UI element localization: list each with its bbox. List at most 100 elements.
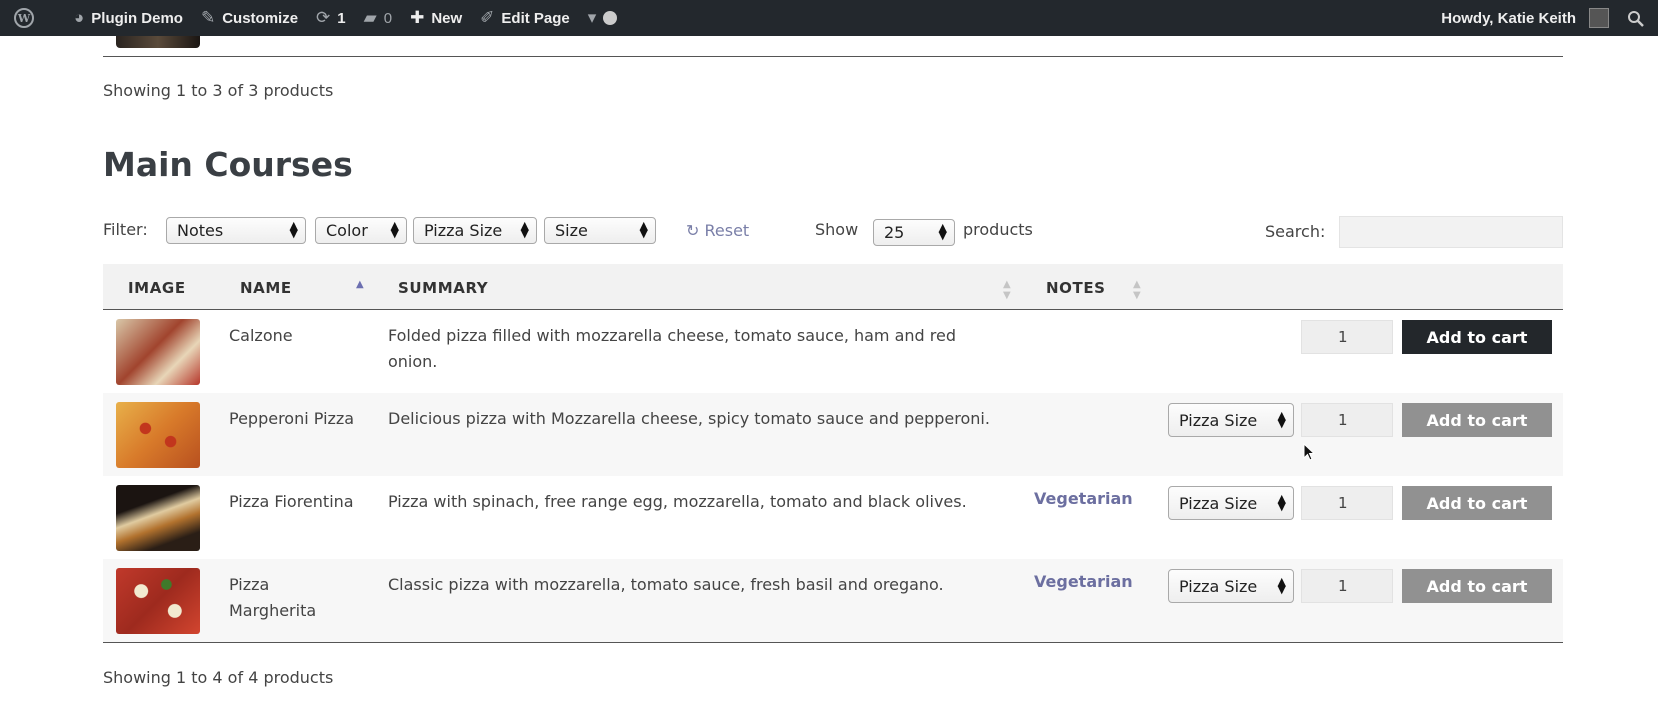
new-label: New <box>431 9 463 27</box>
product-summary: Delicious pizza with Mozzarella cheese, … <box>388 409 990 428</box>
product-thumbnail <box>116 36 200 48</box>
search-input[interactable] <box>1339 216 1563 248</box>
pagination-info: Showing 1 to 3 of 3 products <box>103 81 334 100</box>
show-label: Show <box>815 220 859 239</box>
table-header: IMAGE NAME ▲ SUMMARY ▲ ▼ NOTES ▲ ▼ <box>103 264 1563 310</box>
quantity-input[interactable]: 1 <box>1301 320 1393 354</box>
page-length-select[interactable]: 25 ▲ ▼ <box>873 219 955 246</box>
updates-count: 1 <box>337 9 346 27</box>
product-notes-link[interactable]: Vegetarian <box>1034 572 1133 591</box>
comment-icon: ▰ <box>363 8 377 27</box>
select-arrows-icon: ▲ ▼ <box>1277 575 1286 596</box>
add-to-cart-button[interactable]: Add to cart <box>1402 569 1552 603</box>
yoast-icon: ▾ <box>587 8 597 27</box>
table-bottom-rule <box>103 56 1563 57</box>
notes-filter-select[interactable]: Notes ▲ ▼ <box>166 217 306 244</box>
reset-filters-link[interactable]: ↻ Reset <box>686 221 749 240</box>
pizza-size-select[interactable]: Pizza Size ▲ ▼ <box>1168 403 1294 437</box>
account-menu[interactable]: Howdy, Katie Keith <box>1432 0 1618 36</box>
product-thumbnail[interactable] <box>116 485 200 551</box>
quantity-input[interactable]: 1 <box>1301 569 1393 603</box>
wordpress-menu[interactable]: W <box>0 0 43 36</box>
sort-icon[interactable]: ▲ ▼ <box>1003 279 1011 301</box>
edit-page-label: Edit Page <box>501 9 570 27</box>
reset-icon: ↻ <box>686 221 700 240</box>
quantity-input[interactable]: 1 <box>1301 403 1393 437</box>
select-arrows-icon: ▲ ▼ <box>390 219 399 240</box>
brush-icon: ✎ <box>200 8 216 27</box>
product-name: Pepperoni Pizza <box>229 409 355 428</box>
product-name: Pizza Margherita <box>229 575 317 620</box>
search-toggle[interactable] <box>1618 0 1658 36</box>
table-row: Calzone Folded pizza filled with mozzare… <box>103 310 1563 393</box>
site-name-link[interactable]: ◕ Plugin Demo <box>65 0 192 36</box>
add-to-cart-button[interactable]: Add to cart <box>1402 486 1552 520</box>
column-image: IMAGE <box>128 279 186 297</box>
sort-ascending-icon[interactable]: ▲ <box>356 279 364 290</box>
comments-link[interactable]: ▰ 0 <box>355 0 401 36</box>
filter-label: Filter: <box>103 220 148 239</box>
pizza-size-select[interactable]: Pizza Size ▲ ▼ <box>1168 569 1294 603</box>
select-arrows-icon: ▲ ▼ <box>1277 492 1286 513</box>
table-row: Pepperoni Pizza Delicious pizza with Moz… <box>103 393 1563 476</box>
pizza-size-value: Pizza Size <box>1179 410 1258 430</box>
admin-bar: W ◕ Plugin Demo ✎ Customize ⟳ 1 ▰ 0 ✚ Ne… <box>0 0 1658 36</box>
quantity-input[interactable]: 1 <box>1301 486 1393 520</box>
avatar <box>1589 8 1609 28</box>
products-label: products <box>963 220 1033 239</box>
search-label: Search: <box>1265 222 1326 241</box>
column-notes[interactable]: NOTES <box>1046 279 1106 297</box>
greeting: Howdy, Katie Keith <box>1441 9 1576 27</box>
size-filter-select[interactable]: Size ▲ ▼ <box>544 217 656 244</box>
pizza-size-filter-select[interactable]: Pizza Size ▲ ▼ <box>413 217 537 244</box>
column-summary[interactable]: SUMMARY <box>398 279 488 297</box>
table-row: Pizza Margherita Classic pizza with mozz… <box>103 559 1563 642</box>
product-thumbnail[interactable] <box>116 319 200 385</box>
product-notes-link[interactable]: Vegetarian <box>1034 489 1133 508</box>
size-filter-value: Size <box>555 221 588 240</box>
product-summary: Classic pizza with mozzarella, tomato sa… <box>388 575 944 594</box>
add-to-cart-button[interactable]: Add to cart <box>1402 320 1552 354</box>
pizza-size-filter-value: Pizza Size <box>424 221 503 240</box>
product-thumbnail[interactable] <box>116 568 200 634</box>
wordpress-logo-icon: W <box>14 8 34 28</box>
select-arrows-icon: ▲ ▼ <box>938 221 947 242</box>
site-name: Plugin Demo <box>91 9 183 27</box>
comments-count: 0 <box>383 9 393 27</box>
select-arrows-icon: ▲ ▼ <box>1277 409 1286 430</box>
section-title: Main Courses <box>103 145 353 184</box>
select-arrows-icon: ▲ ▼ <box>289 219 298 240</box>
product-thumbnail[interactable] <box>116 402 200 468</box>
page-length-value: 25 <box>884 223 905 242</box>
product-name: Calzone <box>229 326 293 345</box>
seo-status-icon <box>603 11 618 25</box>
sort-icon[interactable]: ▲ ▼ <box>1133 279 1141 301</box>
color-filter-value: Color <box>326 221 368 240</box>
search-icon <box>1628 10 1644 27</box>
notes-filter-value: Notes <box>177 221 224 240</box>
pencil-icon: ✐ <box>480 8 495 27</box>
product-summary: Pizza with spinach, free range egg, mozz… <box>388 492 967 511</box>
new-content-link[interactable]: ✚ New <box>401 0 471 36</box>
select-arrows-icon: ▲ ▼ <box>520 219 529 240</box>
filter-bar: Filter: Notes ▲ ▼ Color ▲ ▼ Pizza Size ▲ ▼ … <box>103 214 1563 248</box>
refresh-icon: ⟳ <box>316 8 331 27</box>
edit-page-link[interactable]: ✐ Edit Page <box>471 0 579 36</box>
table-bottom-rule <box>103 642 1563 643</box>
pagination-info: Showing 1 to 4 of 4 products <box>103 668 334 687</box>
pizza-size-select[interactable]: Pizza Size ▲ ▼ <box>1168 486 1294 520</box>
yoast-seo-menu[interactable]: ▾ <box>579 0 627 36</box>
product-summary: Folded pizza filled with mozzarella chee… <box>388 326 957 371</box>
column-name[interactable]: NAME <box>240 279 292 297</box>
pizza-size-value: Pizza Size <box>1179 493 1258 513</box>
select-arrows-icon: ▲ ▼ <box>639 219 648 240</box>
color-filter-select[interactable]: Color ▲ ▼ <box>315 217 407 244</box>
dashboard-icon: ◕ <box>74 8 85 27</box>
customize-link[interactable]: ✎ Customize <box>192 0 307 36</box>
pizza-size-value: Pizza Size <box>1179 576 1258 596</box>
table-row: Pizza Fiorentina Pizza with spinach, fre… <box>103 476 1563 559</box>
updates-link[interactable]: ⟳ 1 <box>307 0 355 36</box>
plus-icon: ✚ <box>410 8 425 27</box>
product-name: Pizza Fiorentina <box>229 492 354 511</box>
add-to-cart-button[interactable]: Add to cart <box>1402 403 1552 437</box>
